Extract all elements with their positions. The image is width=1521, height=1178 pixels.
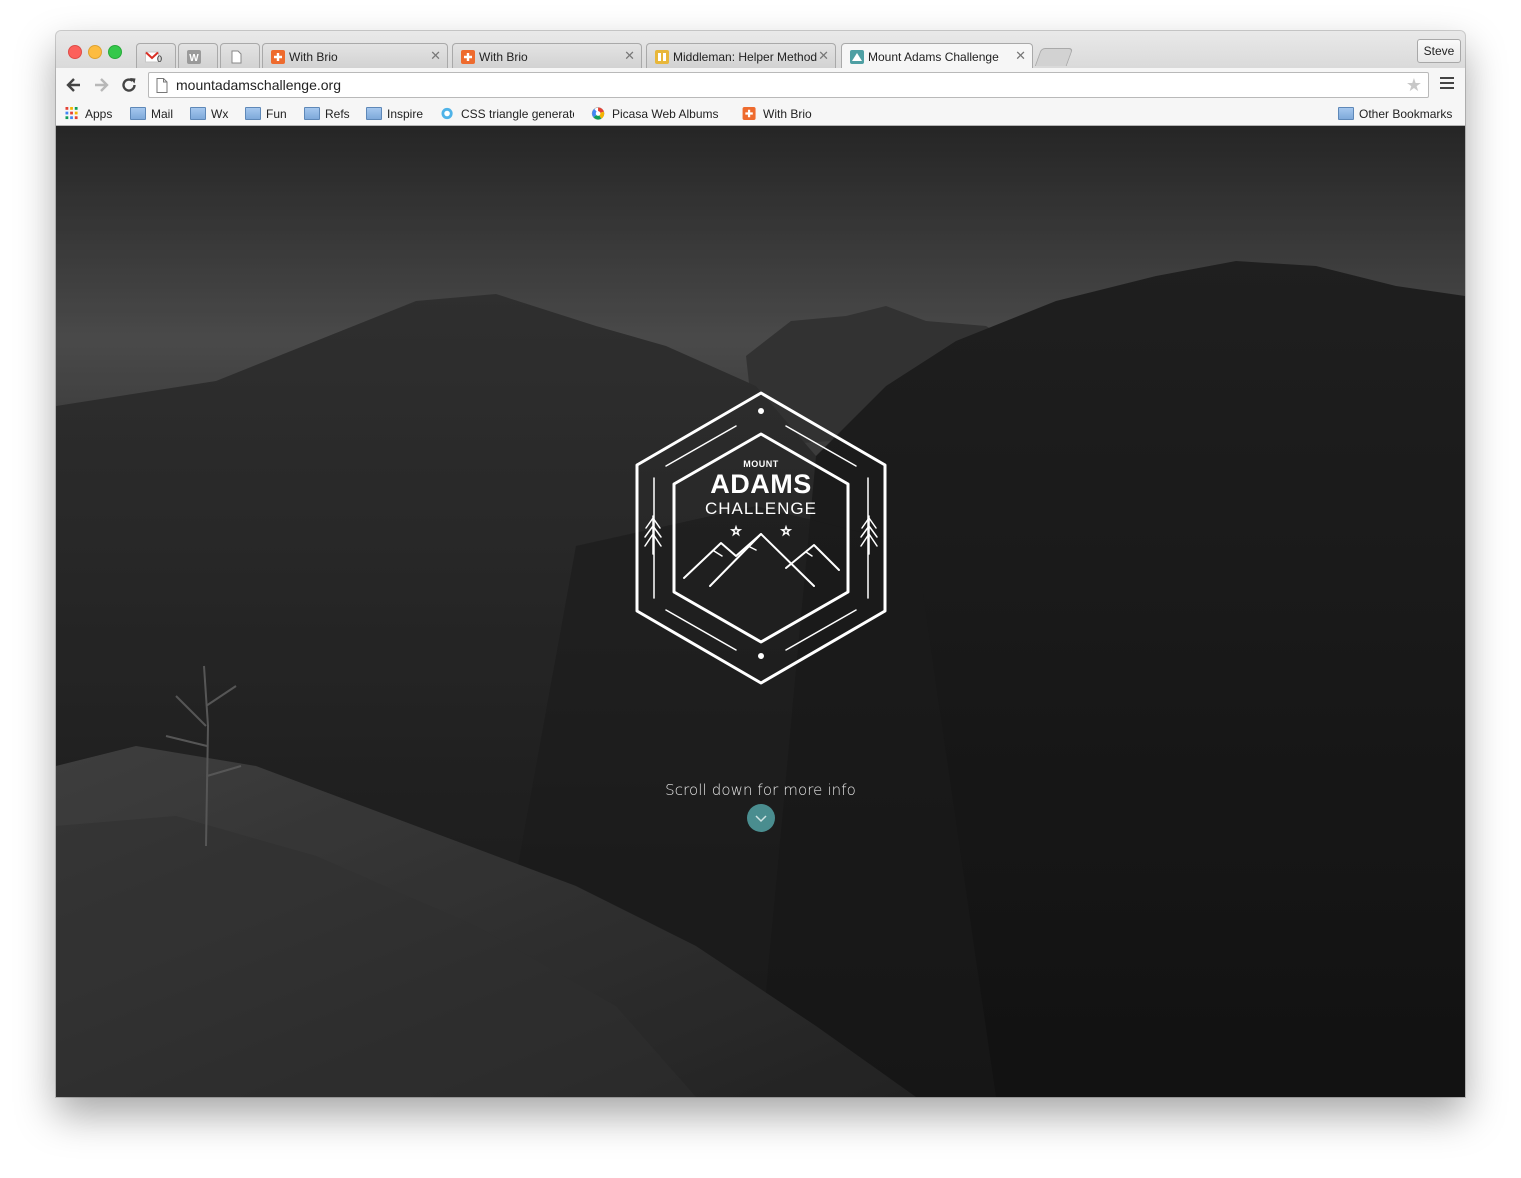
bookmark-label: With Brio bbox=[763, 107, 812, 121]
other-bookmarks[interactable]: Other Bookmarks bbox=[1338, 106, 1458, 122]
mount-adams-challenge-logo: ☆ ☆ MOUNT ADAMS CHALLENGE bbox=[635, 391, 887, 685]
middleman-icon bbox=[655, 50, 669, 64]
back-icon[interactable] bbox=[64, 75, 84, 95]
close-tab-icon[interactable]: ✕ bbox=[624, 48, 635, 64]
logo-challenge-text: CHALLENGE bbox=[705, 499, 817, 518]
menu-icon[interactable] bbox=[1440, 77, 1454, 91]
folder-icon bbox=[190, 107, 206, 120]
tab-title: With Brio bbox=[289, 50, 338, 64]
folder-icon bbox=[1338, 107, 1354, 120]
tab-with-brio-2[interactable]: With Brio ✕ bbox=[452, 43, 642, 68]
scroll-down-button[interactable] bbox=[747, 804, 775, 832]
bookmark-apps[interactable]: Apps bbox=[64, 106, 120, 122]
bookmark-css-triangle[interactable]: CSS triangle generator bbox=[440, 106, 574, 122]
bookmark-label: CSS triangle generator bbox=[461, 107, 574, 121]
w-icon: W bbox=[187, 50, 201, 64]
folder-icon bbox=[366, 107, 382, 120]
page-content: ☆ ☆ MOUNT ADAMS CHALLENGE Scroll down fo… bbox=[56, 126, 1465, 1097]
tab-blank[interactable] bbox=[220, 43, 260, 68]
tab-with-brio-1[interactable]: With Brio ✕ bbox=[262, 43, 448, 68]
bookmark-folder-fun[interactable]: Fun bbox=[245, 106, 293, 122]
blank-page-icon bbox=[231, 50, 242, 64]
bookmark-star-icon[interactable]: ★ bbox=[1406, 75, 1422, 96]
logo-mount-text: MOUNT bbox=[743, 459, 779, 469]
logo-adams-text: ADAMS bbox=[710, 469, 812, 499]
address-bar[interactable]: mountadamschallenge.org ★ bbox=[148, 72, 1429, 98]
minimize-window-button[interactable] bbox=[88, 45, 102, 59]
bookmark-label: Inspire bbox=[387, 107, 424, 121]
bookmark-label: Fun bbox=[266, 107, 287, 121]
bookmark-label: Refs bbox=[325, 107, 350, 121]
logo-bottom-dot bbox=[758, 653, 764, 659]
mountain-icon bbox=[850, 50, 864, 64]
folder-icon bbox=[130, 107, 146, 120]
css-triangle-icon bbox=[441, 107, 453, 120]
new-tab-button[interactable] bbox=[1034, 48, 1074, 66]
profile-button[interactable]: Steve bbox=[1417, 39, 1461, 63]
bookmark-label: Apps bbox=[85, 107, 113, 121]
bookmark-label: Picasa Web Albums bbox=[612, 107, 719, 121]
star-icon: ☆ bbox=[731, 524, 742, 538]
tab-title: Mount Adams Challenge bbox=[868, 50, 999, 64]
bookmark-folder-refs[interactable]: Refs bbox=[304, 106, 356, 122]
tab-middleman[interactable]: Middleman: Helper Methods ✕ bbox=[646, 43, 836, 68]
tab-mount-adams[interactable]: Mount Adams Challenge ✕ bbox=[841, 43, 1033, 69]
tab-gmail[interactable]: 0 bbox=[136, 43, 176, 68]
page-icon bbox=[156, 78, 168, 93]
tab-title: With Brio bbox=[479, 50, 528, 64]
brio-plus-icon bbox=[271, 50, 285, 64]
bookmark-folder-inspire[interactable]: Inspire bbox=[366, 106, 428, 122]
gmail-unread-badge: 0 bbox=[157, 54, 163, 64]
folder-icon bbox=[245, 107, 261, 120]
brio-plus-icon bbox=[742, 107, 756, 120]
folder-icon bbox=[304, 107, 320, 120]
brio-plus-icon bbox=[461, 50, 475, 64]
bookmark-label: Mail bbox=[151, 107, 174, 121]
tab-title: Middleman: Helper Methods bbox=[673, 50, 817, 64]
close-tab-icon[interactable]: ✕ bbox=[430, 48, 441, 64]
address-url[interactable]: mountadamschallenge.org bbox=[176, 77, 341, 93]
browser-window: 0 W With Brio ✕ With Brio ✕ Middleman: H… bbox=[56, 31, 1465, 1097]
star-icon: ☆ bbox=[781, 524, 792, 538]
bookmark-folder-mail[interactable]: Mail bbox=[130, 106, 180, 122]
bookmark-label: Wx bbox=[211, 107, 229, 121]
toolbar: mountadamschallenge.org ★ bbox=[56, 68, 1465, 102]
tab-w[interactable]: W bbox=[178, 43, 218, 68]
close-tab-icon[interactable]: ✕ bbox=[818, 48, 829, 64]
picasa-icon bbox=[591, 107, 605, 120]
bookmarks-bar: Apps Mail Wx Fun Refs Inspire CSS triang… bbox=[56, 102, 1465, 126]
reload-icon[interactable] bbox=[119, 75, 139, 95]
tab-strip: 0 W With Brio ✕ With Brio ✕ Middleman: H… bbox=[56, 31, 1465, 69]
chevron-down-icon bbox=[755, 815, 767, 823]
bookmark-with-brio[interactable]: With Brio bbox=[742, 106, 818, 122]
close-tab-icon[interactable]: ✕ bbox=[1015, 48, 1026, 64]
zoom-window-button[interactable] bbox=[108, 45, 122, 59]
other-bookmarks-label: Other Bookmarks bbox=[1359, 107, 1453, 121]
bookmark-picasa[interactable]: Picasa Web Albums bbox=[591, 106, 721, 122]
scroll-down-hint: Scroll down for more info bbox=[665, 781, 856, 799]
logo-top-dot bbox=[758, 408, 764, 414]
forward-icon[interactable] bbox=[91, 75, 111, 95]
close-window-button[interactable] bbox=[68, 45, 82, 59]
bookmark-folder-wx[interactable]: Wx bbox=[190, 106, 234, 122]
svg-text:W: W bbox=[189, 53, 199, 64]
apps-grid-icon bbox=[65, 107, 78, 120]
